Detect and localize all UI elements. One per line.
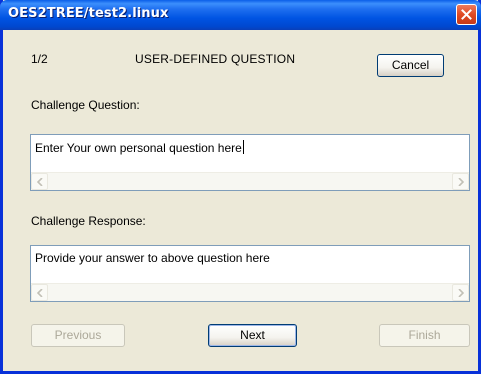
- page-heading: USER-DEFINED QUESTION: [135, 52, 296, 66]
- challenge-response-field[interactable]: Provide your answer to above question he…: [30, 245, 470, 302]
- close-button[interactable]: [456, 4, 477, 25]
- arrow-right-icon: [458, 289, 464, 297]
- arrow-left-icon: [37, 178, 43, 186]
- next-button[interactable]: Next: [208, 324, 297, 347]
- arrow-right-icon: [458, 178, 464, 186]
- question-horizontal-scrollbar[interactable]: [31, 172, 469, 190]
- window-title: OES2TREE/test2.linux: [8, 6, 169, 21]
- challenge-response-text: Provide your answer to above question he…: [35, 251, 270, 265]
- step-indicator: 1/2: [31, 52, 48, 66]
- dialog-content: 1/2 USER-DEFINED QUESTION Cancel Challen…: [3, 30, 478, 371]
- close-icon: [461, 9, 472, 20]
- cancel-button[interactable]: Cancel: [377, 54, 444, 77]
- response-scroll-right-button[interactable]: [452, 284, 469, 301]
- question-scroll-left-button[interactable]: [31, 173, 48, 190]
- response-horizontal-scrollbar[interactable]: [31, 283, 469, 301]
- text-cursor: [242, 140, 244, 154]
- finish-button[interactable]: Finish: [379, 324, 470, 347]
- challenge-question-label: Challenge Question:: [31, 98, 140, 112]
- challenge-question-field[interactable]: Enter Your own personal question here: [30, 134, 470, 191]
- previous-button[interactable]: Previous: [31, 324, 125, 347]
- challenge-question-text: Enter Your own personal question here: [35, 141, 242, 155]
- arrow-left-icon: [37, 289, 43, 297]
- question-scroll-right-button[interactable]: [452, 173, 469, 190]
- challenge-response-label: Challenge Response:: [31, 214, 146, 228]
- title-bar[interactable]: OES2TREE/test2.linux: [0, 0, 481, 30]
- dialog-window: OES2TREE/test2.linux 1/2 USER-DEFINED QU…: [0, 0, 481, 374]
- response-scroll-left-button[interactable]: [31, 284, 48, 301]
